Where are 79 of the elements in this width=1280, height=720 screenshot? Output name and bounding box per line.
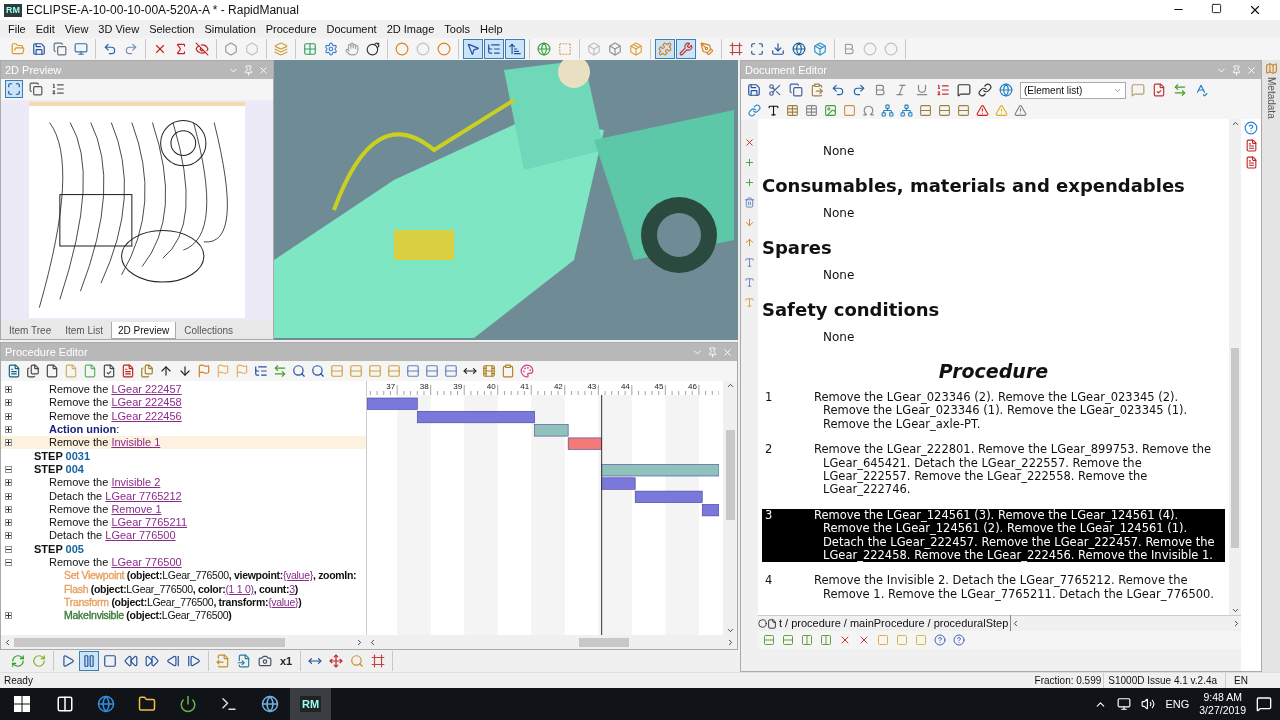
panel-tab[interactable]: 2D Preview [111, 322, 177, 339]
tree-item-label[interactable]: Remove the LGear 776500 [49, 556, 182, 568]
status-fraction: Fraction: 0.599 [1034, 674, 1102, 688]
input-language[interactable]: ENG [1165, 695, 1190, 713]
panel-tab[interactable]: Collections [178, 322, 240, 339]
command-label[interactable]: Transform (object:LGear_776500, transform:{value}) [64, 595, 302, 608]
tree-item-label[interactable]: Action union: [49, 423, 120, 436]
step-label[interactable]: STEP 004 [34, 462, 84, 475]
link[interactable]: {value} [282, 569, 313, 582]
link[interactable]: LGear 776500 [111, 556, 182, 568]
section-text: None [822, 143, 856, 159]
menu-item[interactable]: Document [326, 20, 377, 38]
menu-item[interactable]: Procedure [265, 20, 317, 38]
procedure-step[interactable]: 2 Remove the LGear_222801. Remove the LGear_899753. Remove the LGear_645421. Detach the LGear_222557. Remove the LGear_222557. Remove the LGear_222558. Remove the LGear_222746. [762, 443, 1225, 497]
menu-item[interactable]: File [8, 20, 26, 38]
tree-item-label[interactable]: Remove the Remove 1 [49, 502, 162, 515]
timeline-ruler: 37 38 39 40 41 42 43 44 45 46 [367, 381, 719, 395]
link[interactable]: LGear 776500 [105, 529, 176, 542]
speed-button[interactable]: x1 [276, 651, 296, 671]
step-text: Remove the LGear_222801. Remove the LGear_899753. Remove the LGear_645421. Detach the LGear_222557. Remove the LGear_222557. Remove the LGear_222558. Remove the LGear_222746. [814, 443, 1213, 497]
step-text: Remove the LGear_023346 (2). Remove the LGear_023345 (2). Remove the LGear_023346 (1). Remove the LGear_023345 (1). Remove the LGear_axle-PT. [814, 391, 1189, 432]
section-text: None [822, 329, 856, 345]
metadata-tab[interactable]: Metadata [1263, 77, 1279, 119]
app-logo-taskbar-button[interactable]: RM [290, 688, 331, 720]
panel-title: 2D Preview [5, 62, 62, 78]
link[interactable]: LGear 222456 [111, 409, 182, 422]
element-list-dropdown[interactable]: (Element list) [1020, 81, 1126, 99]
link[interactable]: (1 1 0) [225, 582, 254, 595]
tree-item-label[interactable]: Detach the LGear 776500 [49, 529, 176, 542]
link[interactable]: LGear 222458 [111, 396, 182, 409]
section-heading: Spares [762, 237, 833, 259]
tree-item-label[interactable]: Remove the LGear 7765211 [49, 516, 187, 529]
step-text: Remove the LGear_124561 (3). Remove the LGear_124561 (4). Remove the LGear_124561 (2). Remove the LGear_124561 (1). Detach the LGear_222457. Remove the LGear_222457. Remove the LGear_222458. Remove the LGear_222456. Remove the Invisible 1. [814, 508, 1216, 563]
step-number: 4 [764, 574, 774, 590]
tree-item-label[interactable]: Remove the LGear 222458 [49, 396, 182, 409]
menu-item[interactable]: Help [480, 20, 503, 38]
link[interactable]: Remove 1 [111, 502, 162, 515]
menu-item[interactable]: Tools [444, 20, 471, 38]
clock[interactable]: 9:48 AM 3/27/2019 [1199, 691, 1246, 717]
tree-item-label[interactable]: Remove the LGear 222456 [49, 409, 182, 422]
link[interactable]: Invisible 1 [111, 436, 161, 449]
status-message: Ready [4, 674, 33, 688]
menu-item[interactable]: Edit [35, 20, 55, 38]
menu-item[interactable]: 2D Image [386, 20, 435, 38]
section-heading: Consumables, materials and expendables [762, 175, 1186, 197]
procedure-title: Procedure [937, 359, 1050, 383]
menu-item[interactable]: View [64, 20, 89, 38]
link[interactable]: LGear 222457 [111, 383, 182, 396]
window-title: ECLIPSE-A-10-00-10-00A-520A-A * - RapidManual [26, 2, 299, 19]
menu-item[interactable]: 3D View [98, 20, 140, 38]
panel-title: Document Editor [745, 62, 827, 78]
panel-tab[interactable]: Item Tree [3, 322, 58, 339]
step-text: Remove the Invisible 2. Detach the LGear_7765212. Remove the Remove 1. Remove the LGear_7765211. Detach the LGear_776500. [814, 574, 1215, 602]
menu-item[interactable]: Selection [149, 20, 195, 38]
link[interactable]: Invisible 2 [111, 476, 161, 489]
tree-item-label[interactable]: Remove the LGear 222457 [49, 383, 182, 396]
link[interactable]: LGear 7765211 [111, 516, 187, 529]
link[interactable]: LGear 7765212 [105, 489, 182, 502]
step-number: 1 [764, 391, 774, 406]
app-logo: RM [4, 3, 22, 17]
command-label[interactable]: MakeInvisible (object:LGear_776500) [64, 609, 232, 622]
tree-item-label[interactable]: Remove the Invisible 2 [49, 476, 161, 489]
step-label[interactable]: STEP 0031 [34, 449, 91, 462]
link[interactable]: 3 [289, 582, 295, 595]
panel-title: Procedure Editor [5, 344, 88, 360]
step-label[interactable]: STEP 005 [34, 542, 84, 555]
tree-item-label[interactable]: Detach the LGear 7765212 [49, 489, 182, 502]
procedure-step[interactable]: 4 Remove the Invisible 2. Detach the LGear_7765212. Remove the Remove 1. Remove the LGear_7765211. Detach the LGear_776500. [762, 574, 1225, 602]
section-heading: Safety conditions [762, 299, 941, 321]
menu-item[interactable]: Simulation [204, 20, 256, 38]
panel-tab[interactable]: Item List [59, 322, 110, 339]
section-text: None [822, 205, 856, 221]
step-number: 3 [764, 508, 774, 524]
procedure-step[interactable]: 1 Remove the LGear_023346 (2). Remove the LGear_023345 (2). Remove the LGear_023346 (1). Remove the LGear_023345 (1). Remove the LGear_axle-PT. [762, 391, 1225, 432]
step-number: 2 [764, 443, 774, 459]
command-label[interactable]: Set Viewpoint (object:LGear_776500, viewpoint:{value}, zoomIn: [64, 569, 357, 582]
command-label[interactable]: Flash (object:LGear_776500, color:(1 1 0), count:3) [64, 582, 298, 595]
link[interactable]: {value} [268, 595, 299, 608]
section-text: None [822, 267, 856, 283]
